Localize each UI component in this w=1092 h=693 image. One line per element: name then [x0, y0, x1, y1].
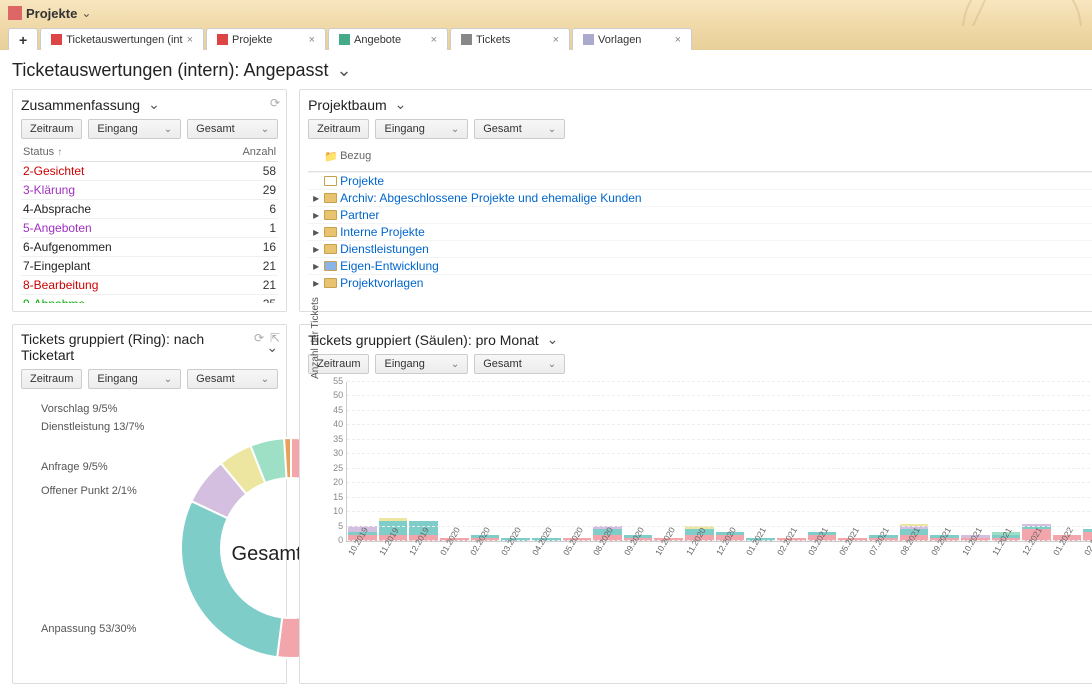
refresh-icon[interactable]: ⟳	[270, 96, 280, 110]
tab-icon	[217, 34, 228, 45]
folder-icon	[324, 192, 337, 204]
close-icon[interactable]: ×	[309, 34, 315, 46]
tree-label[interactable]: Projekte	[340, 174, 1092, 188]
tab-icon	[339, 34, 350, 45]
bar-chart: 0510152025303540455055	[346, 382, 1092, 542]
folder-icon	[324, 209, 337, 221]
tree-label[interactable]: Projektvorlagen	[340, 276, 1092, 290]
folder-icon	[324, 226, 337, 238]
close-icon[interactable]: ×	[553, 34, 559, 46]
summary-row[interactable]: 2-Gesichtet58	[21, 162, 278, 181]
panel-bars: ⟳⇱ Tickets gruppiert (Säulen): pro Monat…	[299, 324, 1092, 684]
filter-gesamt[interactable]: Gesamt⌄	[474, 354, 565, 374]
panel-title[interactable]: Projektbaum⌄	[308, 96, 1092, 113]
tab-add[interactable]: +	[8, 28, 38, 50]
tree-label[interactable]: Dienstleistungen	[340, 242, 1092, 256]
close-icon[interactable]: ×	[431, 34, 437, 46]
tab-tickets[interactable]: Tickets ×	[450, 28, 570, 50]
summary-row[interactable]: 4-Absprache6	[21, 200, 278, 219]
expand-icon[interactable]: ▸	[308, 208, 324, 222]
sort-asc-icon: ↑	[57, 147, 62, 158]
tab-label: Tickets	[476, 34, 510, 46]
tree-row[interactable]: ▸ Projektvorlagen 5 05:00h	[308, 274, 1092, 291]
ring-label-anfrage: Anfrage 9/5%	[41, 461, 108, 473]
tree-row[interactable]: ▸ Partner 112 00:00h	[308, 206, 1092, 223]
ring-label-anpassung: Anpassung 53/30%	[41, 623, 136, 635]
ring-label-dienstleistung: Dienstleistung 13/7%	[41, 421, 144, 433]
panel-projektbaum: ⟳ Projektbaum⌄ Zeitraum Eingang⌄ Gesamt⌄…	[299, 89, 1092, 312]
filter-zeitraum[interactable]: Zeitraum	[21, 369, 82, 389]
panel-title[interactable]: Tickets gruppiert (Ring): nach Ticketart…	[21, 331, 278, 363]
filter-eingang[interactable]: Eingang⌄	[375, 354, 468, 374]
tree-row[interactable]: Projekte 2.350 1103:30h	[308, 172, 1092, 189]
tree-label[interactable]: Eigen-Entwicklung	[340, 259, 1092, 273]
tree-row[interactable]: ▸ Eigen-Entwicklung 201 00:00h	[308, 257, 1092, 274]
tab-label: Projekte	[232, 34, 272, 46]
tree-row[interactable]: ▸ Interne Projekte 6 02:00h	[308, 223, 1092, 240]
filter-gesamt[interactable]: Gesamt⌄	[187, 119, 278, 139]
summary-row[interactable]: 5-Angeboten1	[21, 219, 278, 238]
close-icon[interactable]: ×	[187, 34, 193, 46]
col-status[interactable]: Status ↑	[21, 143, 204, 162]
folder-icon	[324, 277, 337, 289]
tree-row[interactable]: ▸ Archiv: Abgeschlossene Projekte und eh…	[308, 189, 1092, 206]
tab-icon	[583, 34, 594, 45]
export-icon[interactable]: ⇱	[270, 331, 280, 345]
filter-zeitraum[interactable]: Zeitraum	[308, 119, 369, 139]
expand-icon[interactable]: ▸	[308, 191, 324, 205]
filter-eingang[interactable]: Eingang⌄	[375, 119, 468, 139]
folder-icon	[324, 175, 337, 187]
bar-ylabel: Anzahl der Tickets	[310, 268, 321, 408]
summary-row[interactable]: 3-Klärung29	[21, 181, 278, 200]
folder-icon	[324, 243, 337, 255]
filter-eingang[interactable]: Eingang⌄	[88, 119, 181, 139]
filter-gesamt[interactable]: Gesamt⌄	[474, 119, 565, 139]
page-title-chevron[interactable]: ⌄	[337, 60, 352, 81]
filter-eingang[interactable]: Eingang⌄	[88, 369, 181, 389]
tree-row[interactable]: ▸ Dienstleistungen 1.706 04:00h	[308, 240, 1092, 257]
tree-label[interactable]: Archiv: Abgeschlossene Projekte und ehem…	[340, 191, 1092, 205]
panel-summary: ⟳ Zusammenfassung⌄ Zeitraum Eingang⌄ Ges…	[12, 89, 287, 312]
tab-ticketauswertungen[interactable]: Ticketauswertungen (int ×	[40, 28, 204, 50]
close-icon[interactable]: ×	[675, 34, 681, 46]
app-menu-chevron[interactable]: ⌄	[81, 6, 91, 20]
page-title: Ticketauswertungen (intern): Angepasst ⌄	[12, 60, 1080, 81]
refresh-icon[interactable]: ⟳	[254, 331, 264, 345]
tab-label: Vorlagen	[598, 34, 641, 46]
tab-icon	[51, 34, 62, 45]
summary-row[interactable]: 8-Bearbeitung21	[21, 276, 278, 295]
tab-angebote[interactable]: Angebote ×	[328, 28, 448, 50]
summary-row[interactable]: 7-Eingeplant21	[21, 257, 278, 276]
filter-gesamt[interactable]: Gesamt⌄	[187, 369, 278, 389]
expand-icon[interactable]: ▸	[308, 225, 324, 239]
ring-label-vorschlag: Vorschlag 9/5%	[41, 403, 117, 415]
summary-row[interactable]: 9-Abnahme25	[21, 295, 278, 304]
folder-icon: 📁	[324, 150, 340, 163]
tree-label[interactable]: Interne Projekte	[340, 225, 1092, 239]
folder-icon	[324, 260, 337, 272]
tab-label: Angebote	[354, 34, 401, 46]
panel-title[interactable]: Tickets gruppiert (Säulen): pro Monat⌄	[308, 331, 1092, 348]
page-title-text: Ticketauswertungen (intern): Angepasst	[12, 60, 329, 81]
filter-zeitraum[interactable]: Zeitraum	[21, 119, 82, 139]
summary-row[interactable]: 6-Aufgenommen16	[21, 238, 278, 257]
ring-segment[interactable]	[181, 501, 282, 657]
tab-projekte[interactable]: Projekte ×	[206, 28, 326, 50]
tab-strip: + Ticketauswertungen (int × Projekte × A…	[0, 26, 1092, 50]
tree-label[interactable]: Partner	[340, 208, 1092, 222]
expand-icon[interactable]: ▸	[308, 242, 324, 256]
tab-vorlagen[interactable]: Vorlagen ×	[572, 28, 692, 50]
app-titlebar: Projekte ⌄	[0, 0, 1092, 26]
tab-label: Ticketauswertungen (int	[66, 34, 182, 46]
panel-ring: ⟳ ⇱ Tickets gruppiert (Ring): nach Ticket…	[12, 324, 287, 684]
ring-label-offener: Offener Punkt 2/1%	[41, 485, 137, 497]
app-title: Projekte	[26, 6, 77, 21]
summary-table: Status ↑ Anzahl 2-Gesichtet583-Klärung29…	[21, 143, 278, 303]
col-bezug[interactable]: Bezug	[340, 150, 1092, 162]
panel-title[interactable]: Zusammenfassung⌄	[21, 96, 278, 113]
app-icon	[8, 6, 22, 20]
tab-icon	[461, 34, 472, 45]
col-count[interactable]: Anzahl	[204, 143, 278, 162]
